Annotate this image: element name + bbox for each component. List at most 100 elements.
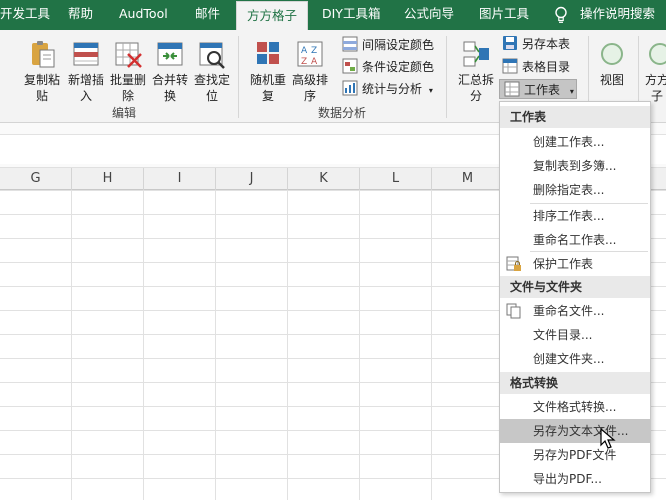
protect-sheets-label: 保护工作表: [533, 257, 594, 271]
random-repeat-label: 随机重 复: [249, 73, 286, 103]
summary-icon: [463, 41, 489, 67]
advanced-sort-button[interactable]: A Z Z A 高级排 序: [288, 38, 332, 104]
find-locate-button[interactable]: 查找定 位: [190, 38, 234, 104]
menu-header-files: 文件与文件夹: [500, 276, 650, 298]
copy-paste-label: 复制粘 贴: [23, 73, 60, 103]
mouse-cursor-icon: [600, 428, 616, 449]
svg-text:A: A: [301, 46, 308, 56]
merge-icon: [157, 42, 183, 66]
column-header-j[interactable]: J: [216, 168, 288, 190]
menu-item-save-as-pdf[interactable]: 另存为PDF文件: [500, 443, 650, 467]
random-icon: [257, 42, 279, 64]
menu-item-create-sheets[interactable]: 创建工作表...: [500, 130, 650, 154]
batch-delete-label: 批量删 除: [109, 73, 146, 103]
view-icon: [601, 43, 623, 65]
menu-item-protect-sheets[interactable]: 保护工作表: [500, 252, 650, 276]
menu-item-rename-files[interactable]: 重命名文件...: [500, 299, 650, 323]
tab-audtool[interactable]: AudTool: [119, 0, 168, 30]
table-dir-label: 表格目录: [522, 60, 571, 74]
data-analysis-group-label: 数据分析: [318, 106, 367, 120]
svg-text:Z: Z: [301, 57, 307, 67]
menu-item-save-as-text[interactable]: 另存为文本文件...: [500, 419, 650, 443]
advanced-sort-label: 高级排 序: [291, 73, 328, 103]
column-header-m[interactable]: M: [432, 168, 504, 190]
interval-color-label: 间隔设定颜色: [362, 38, 435, 52]
worksheet-dropdown-menu: 工作表 创建工作表... 复制表到多簿... 删除指定表... 排序工作表...…: [499, 101, 651, 493]
tab-help[interactable]: 帮助: [68, 0, 93, 30]
batch-delete-button[interactable]: 批量删 除: [106, 38, 150, 104]
lock-sheet-icon: [506, 256, 521, 271]
grid-line: [71, 190, 72, 500]
column-header-g[interactable]: G: [0, 168, 72, 190]
column-header-l[interactable]: L: [360, 168, 432, 190]
worksheet-icon: [504, 81, 520, 97]
sort-az-icon: A Z Z A: [297, 41, 323, 67]
view-label: 视图: [599, 73, 624, 87]
grid-line: [215, 190, 216, 500]
interval-color-button[interactable]: 间隔设定颜色: [342, 35, 434, 55]
svg-text:Z: Z: [311, 46, 317, 56]
group-separator: [446, 36, 447, 118]
fangfang-partial-label: 方方 子: [644, 73, 666, 103]
tab-mail[interactable]: 邮件: [195, 0, 220, 30]
tab-fangfang[interactable]: 方方格子: [236, 1, 309, 30]
edit-group-label: 编辑: [112, 106, 137, 120]
insert-new-button[interactable]: 新增插 入: [64, 38, 108, 104]
save-icon: [503, 36, 517, 50]
column-header-k[interactable]: K: [288, 168, 360, 190]
search-icon: [199, 42, 225, 69]
circle-icon: [649, 43, 666, 65]
tab-image[interactable]: 图片工具: [479, 0, 529, 30]
view-button[interactable]: 视图: [592, 38, 632, 88]
menu-item-sort-sheets[interactable]: 排序工作表...: [500, 204, 650, 228]
tab-formula[interactable]: 公式向导: [404, 0, 454, 30]
menu-item-copy-to-many[interactable]: 复制表到多簿...: [500, 154, 650, 178]
fangfang-partial-button[interactable]: 方方 子: [642, 38, 666, 104]
grid-line: [287, 190, 288, 500]
lightbulb-icon[interactable]: [554, 6, 568, 24]
stripe-grid-icon: [342, 36, 358, 52]
grid-line: [143, 190, 144, 500]
group-separator: [238, 36, 239, 118]
random-repeat-button[interactable]: 随机重 复: [246, 38, 290, 104]
copy-paste-button[interactable]: 复制粘 贴: [20, 38, 64, 104]
grid-line: [359, 190, 360, 500]
insert-new-label: 新增插 入: [67, 73, 104, 103]
menu-item-format-convert[interactable]: 文件格式转换...: [500, 395, 650, 419]
statistics-label: 统计与分析: [362, 82, 423, 96]
worksheet-dropdown-button[interactable]: 工作表 ▾: [499, 79, 577, 99]
menu-item-create-folder[interactable]: 创建文件夹...: [500, 347, 650, 371]
menu-item-export-pdf[interactable]: 导出为PDF...: [500, 467, 650, 491]
tab-developer[interactable]: 开发工具: [0, 0, 50, 30]
table-dir-button[interactable]: 表格目录: [502, 57, 570, 77]
insert-row-icon: [73, 42, 99, 66]
files-icon: [506, 303, 521, 319]
worksheet-label: 工作表: [524, 83, 561, 97]
ribbon-tab-bar: 开发工具 帮助 AudTool 邮件 方方格子 DIY工具箱 公式向导 图片工具…: [0, 0, 666, 30]
menu-item-delete-sheets[interactable]: 删除指定表...: [500, 178, 650, 202]
column-header-i[interactable]: I: [144, 168, 216, 190]
grid-line: [431, 190, 432, 500]
find-locate-label: 查找定 位: [193, 73, 230, 103]
table-icon: [502, 58, 518, 74]
conditional-color-label: 条件设定颜色: [362, 60, 435, 74]
statistics-button[interactable]: 统计与分析 ▾: [342, 79, 433, 99]
menu-header-worksheet: 工作表: [500, 106, 650, 128]
conditional-color-button[interactable]: 条件设定颜色: [342, 57, 434, 77]
merge-convert-button[interactable]: 合并转 换: [148, 38, 192, 104]
clipboard-icon: [32, 41, 55, 68]
tab-diy[interactable]: DIY工具箱: [322, 0, 380, 30]
svg-text:A: A: [311, 57, 318, 67]
menu-item-file-dir[interactable]: 文件目录...: [500, 323, 650, 347]
save-copy-label: 另存本表: [522, 37, 571, 51]
delete-grid-icon: [115, 42, 142, 68]
menu-item-rename-sheets[interactable]: 重命名工作表...: [500, 228, 650, 252]
tell-me-search[interactable]: 操作说明搜索: [580, 0, 655, 30]
save-copy-button[interactable]: 另存本表: [502, 34, 570, 54]
rename-files-label: 重命名文件...: [533, 304, 605, 318]
merge-convert-label: 合并转 换: [151, 73, 188, 103]
summary-split-label: 汇总拆 分: [457, 73, 494, 103]
chevron-down-icon: ▾: [569, 87, 574, 96]
summary-split-button[interactable]: 汇总拆 分: [454, 38, 498, 104]
column-header-h[interactable]: H: [72, 168, 144, 190]
